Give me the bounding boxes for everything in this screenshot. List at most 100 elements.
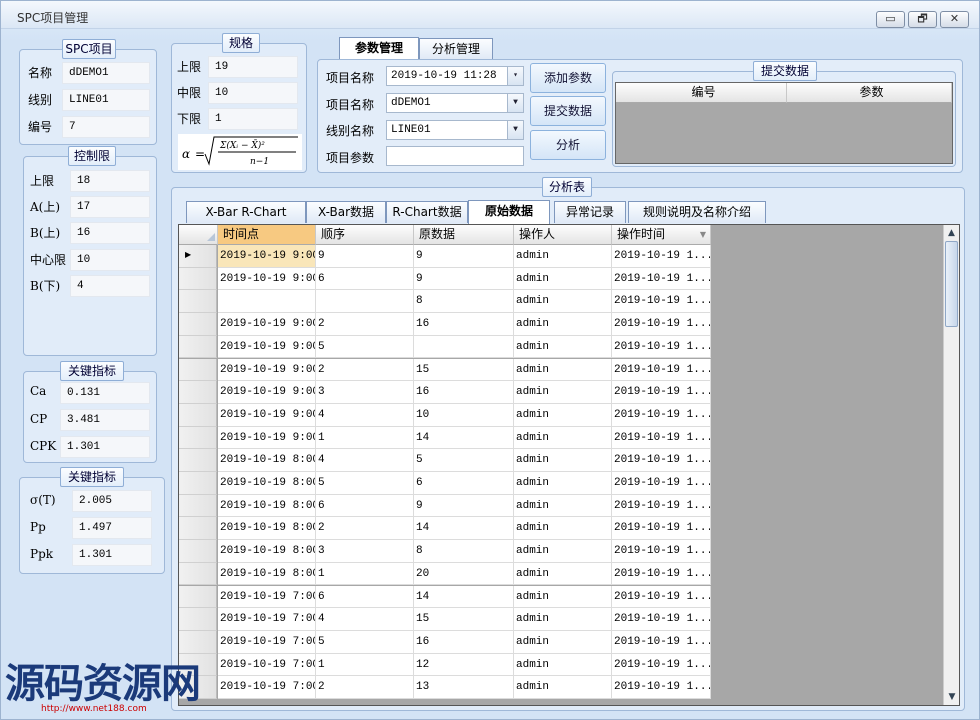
cell-order[interactable]: 1 bbox=[316, 426, 414, 450]
table-row[interactable]: 2019-10-19 9:00 3 16 admin 2019-10-19 1... bbox=[179, 381, 711, 404]
datetime-picker[interactable]: 2019-10-19 11:28 ▾ bbox=[386, 66, 524, 86]
cell-raw-data[interactable]: 9 bbox=[414, 267, 514, 291]
cell-timepoint[interactable]: 2019-10-19 8:00 bbox=[218, 540, 316, 563]
cell-operate-time[interactable]: 2019-10-19 1... bbox=[612, 267, 711, 291]
line-name-select[interactable]: LINE01 ▼ bbox=[386, 120, 524, 140]
add-param-button[interactable]: 添加参数 bbox=[530, 63, 606, 93]
cell-operator[interactable]: admin bbox=[514, 290, 612, 314]
cell-timepoint[interactable]: 2019-10-19 9:00 bbox=[218, 313, 316, 336]
col-header-operator[interactable]: 操作人 bbox=[514, 225, 612, 245]
cell-raw-data[interactable]: 15 bbox=[414, 358, 514, 382]
cell-operate-time[interactable]: 2019-10-19 1... bbox=[612, 608, 711, 631]
col-header-order[interactable]: 顺序 bbox=[316, 225, 414, 245]
cell-operate-time[interactable]: 2019-10-19 1... bbox=[612, 472, 711, 495]
cell-timepoint[interactable]: 2019-10-19 8:00 bbox=[218, 472, 316, 495]
cell-raw-data[interactable]: 13 bbox=[414, 676, 514, 699]
project-name-select[interactable]: dDEMO1 ▼ bbox=[386, 93, 524, 113]
close-button[interactable]: ✕ bbox=[940, 11, 969, 28]
table-row[interactable]: 2019-10-19 9:00 5 admin 2019-10-19 1... bbox=[179, 335, 711, 359]
row-header[interactable] bbox=[179, 381, 217, 404]
cell-timepoint[interactable]: 2019-10-19 9:00 bbox=[218, 358, 316, 382]
cell-operate-time[interactable]: 2019-10-19 1... bbox=[612, 653, 711, 677]
vertical-scrollbar[interactable]: ▲ ▼ bbox=[943, 225, 959, 705]
row-header[interactable] bbox=[179, 290, 217, 314]
row-header[interactable] bbox=[179, 403, 217, 427]
cell-order[interactable]: 3 bbox=[316, 381, 414, 404]
row-header[interactable] bbox=[179, 426, 217, 450]
tab-exception-records[interactable]: 异常记录 bbox=[554, 201, 626, 223]
cell-operator[interactable]: admin bbox=[514, 540, 612, 563]
minimize-button[interactable]: ▭ bbox=[876, 11, 905, 28]
cell-raw-data[interactable]: 5 bbox=[414, 449, 514, 472]
cell-timepoint[interactable]: 2019-10-19 9:00 bbox=[218, 381, 316, 404]
cell-operator[interactable]: admin bbox=[514, 313, 612, 336]
submit-col-id[interactable]: 编号 bbox=[616, 83, 787, 103]
chevron-down-icon[interactable]: ▼ bbox=[507, 121, 523, 139]
col-header-raw-data[interactable]: 原数据 bbox=[414, 225, 514, 245]
cell-operator[interactable]: admin bbox=[514, 472, 612, 495]
cell-raw-data[interactable]: 14 bbox=[414, 585, 514, 609]
table-row[interactable]: 2019-10-19 9:00 2 16 admin 2019-10-19 1... bbox=[179, 313, 711, 336]
table-row[interactable]: 8 admin 2019-10-19 1... bbox=[179, 290, 711, 314]
row-header[interactable] bbox=[179, 472, 217, 495]
submit-col-param[interactable]: 参数 bbox=[787, 83, 952, 103]
cell-operator[interactable]: admin bbox=[514, 585, 612, 609]
cell-timepoint[interactable]: 2019-10-19 7:00 bbox=[218, 608, 316, 631]
cell-order[interactable]: 3 bbox=[316, 540, 414, 563]
cell-raw-data[interactable]: 9 bbox=[414, 245, 514, 268]
row-header[interactable] bbox=[179, 449, 217, 472]
cell-timepoint[interactable]: 2019-10-19 9:00 bbox=[218, 245, 316, 268]
cell-operator[interactable]: admin bbox=[514, 358, 612, 382]
row-header[interactable] bbox=[179, 608, 217, 631]
cell-operate-time[interactable]: 2019-10-19 1... bbox=[612, 449, 711, 472]
table-row[interactable]: 2019-10-19 8:00 4 5 admin 2019-10-19 1... bbox=[179, 449, 711, 472]
table-row[interactable]: 2019-10-19 8:00 3 8 admin 2019-10-19 1... bbox=[179, 540, 711, 563]
cell-operate-time[interactable]: 2019-10-19 1... bbox=[612, 381, 711, 404]
cell-raw-data[interactable]: 8 bbox=[414, 290, 514, 314]
row-header[interactable] bbox=[179, 585, 217, 609]
cell-timepoint[interactable]: 2019-10-19 9:00 bbox=[218, 426, 316, 450]
cell-raw-data[interactable]: 14 bbox=[414, 517, 514, 541]
table-row[interactable]: 2019-10-19 9:00 2 15 admin 2019-10-19 1... bbox=[179, 358, 711, 382]
project-param-input[interactable] bbox=[386, 146, 524, 166]
cell-operator[interactable]: admin bbox=[514, 608, 612, 631]
col-header-timepoint[interactable]: 时间点 bbox=[218, 225, 316, 245]
col-header-operate-time[interactable]: 操作时间 ▼ bbox=[612, 225, 711, 245]
cell-timepoint[interactable]: 2019-10-19 8:00 bbox=[218, 494, 316, 518]
cell-order[interactable]: 5 bbox=[316, 472, 414, 495]
cell-timepoint[interactable]: 2019-10-19 7:00 bbox=[218, 585, 316, 609]
cell-operator[interactable]: admin bbox=[514, 653, 612, 677]
table-row[interactable]: 2019-10-19 9:00 4 10 admin 2019-10-19 1... bbox=[179, 403, 711, 427]
cell-operate-time[interactable]: 2019-10-19 1... bbox=[612, 313, 711, 336]
calendar-dropdown-icon[interactable]: ▾ bbox=[507, 67, 523, 85]
cell-operate-time[interactable]: 2019-10-19 1... bbox=[612, 517, 711, 541]
cell-timepoint[interactable] bbox=[218, 290, 316, 314]
scroll-down-icon[interactable]: ▼ bbox=[944, 689, 960, 705]
tab-analysis-management[interactable]: 分析管理 bbox=[419, 38, 493, 60]
cell-raw-data[interactable]: 8 bbox=[414, 540, 514, 563]
cell-operator[interactable]: admin bbox=[514, 381, 612, 404]
cell-operator[interactable]: admin bbox=[514, 245, 612, 268]
cell-operator[interactable]: admin bbox=[514, 630, 612, 654]
chevron-down-icon[interactable]: ▼ bbox=[507, 94, 523, 112]
table-row[interactable]: ▶ 2019-10-19 9:00 9 9 admin 2019-10-19 1... bbox=[179, 245, 711, 268]
tab-rchart-data[interactable]: R-Chart数据 bbox=[386, 201, 468, 223]
cell-raw-data[interactable]: 14 bbox=[414, 426, 514, 450]
cell-order[interactable]: 4 bbox=[316, 403, 414, 427]
cell-operator[interactable]: admin bbox=[514, 676, 612, 699]
table-row[interactable]: 2019-10-19 9:00 1 14 admin 2019-10-19 1... bbox=[179, 426, 711, 450]
table-row[interactable]: 2019-10-19 8:00 6 9 admin 2019-10-19 1... bbox=[179, 494, 711, 518]
cell-raw-data[interactable]: 6 bbox=[414, 472, 514, 495]
cell-timepoint[interactable]: 2019-10-19 7:00 bbox=[218, 653, 316, 677]
cell-order[interactable]: 9 bbox=[316, 245, 414, 268]
cell-raw-data[interactable]: 16 bbox=[414, 313, 514, 336]
cell-operate-time[interactable]: 2019-10-19 1... bbox=[612, 426, 711, 450]
row-header[interactable] bbox=[179, 313, 217, 336]
cell-raw-data[interactable]: 12 bbox=[414, 653, 514, 677]
cell-raw-data[interactable]: 10 bbox=[414, 403, 514, 427]
row-header[interactable] bbox=[179, 358, 217, 382]
row-header[interactable] bbox=[179, 494, 217, 518]
cell-operate-time[interactable]: 2019-10-19 1... bbox=[612, 630, 711, 654]
cell-order[interactable]: 5 bbox=[316, 335, 414, 359]
table-row[interactable]: 2019-10-19 7:00 6 14 admin 2019-10-19 1... bbox=[179, 585, 711, 609]
